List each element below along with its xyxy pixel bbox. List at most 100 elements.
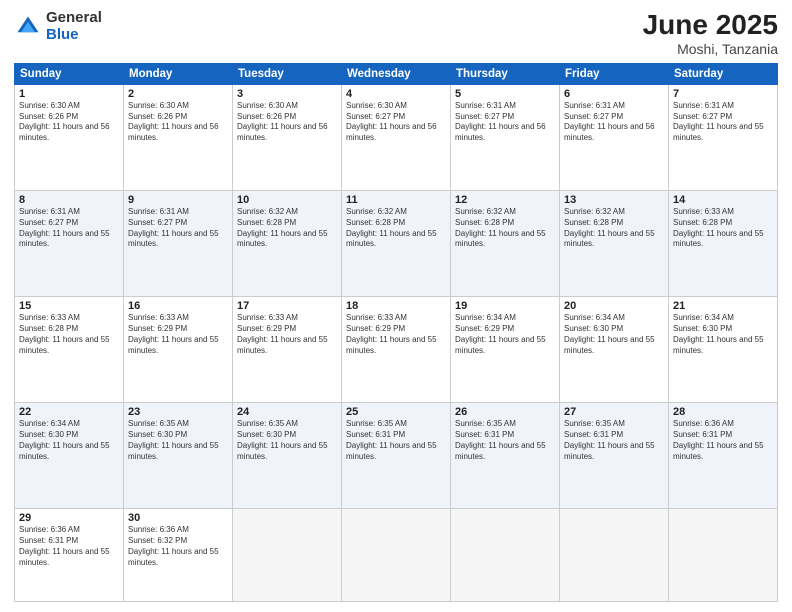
day-info: Sunrise: 6:30 AMSunset: 6:26 PMDaylight:… — [128, 101, 228, 144]
day-info: Sunrise: 6:32 AMSunset: 6:28 PMDaylight:… — [346, 207, 446, 250]
calendar-day-cell — [669, 509, 778, 602]
day-number: 6 — [564, 88, 664, 100]
calendar-day-cell: 19Sunrise: 6:34 AMSunset: 6:29 PMDayligh… — [451, 297, 560, 403]
logo-icon — [14, 13, 42, 41]
day-info: Sunrise: 6:31 AMSunset: 6:27 PMDaylight:… — [673, 101, 773, 144]
day-info: Sunrise: 6:36 AMSunset: 6:31 PMDaylight:… — [673, 419, 773, 462]
calendar-day-cell: 26Sunrise: 6:35 AMSunset: 6:31 PMDayligh… — [451, 403, 560, 509]
day-number: 3 — [237, 88, 337, 100]
day-number: 15 — [19, 300, 119, 312]
calendar-col-header: Friday — [560, 63, 669, 84]
page-header: General Blue June 2025 Moshi, Tanzania — [14, 10, 778, 57]
calendar-col-header: Tuesday — [233, 63, 342, 84]
calendar-day-cell: 25Sunrise: 6:35 AMSunset: 6:31 PMDayligh… — [342, 403, 451, 509]
day-number: 1 — [19, 88, 119, 100]
day-number: 30 — [128, 512, 228, 524]
day-info: Sunrise: 6:34 AMSunset: 6:29 PMDaylight:… — [455, 313, 555, 356]
day-number: 29 — [19, 512, 119, 524]
calendar-day-cell: 24Sunrise: 6:35 AMSunset: 6:30 PMDayligh… — [233, 403, 342, 509]
day-number: 14 — [673, 194, 773, 206]
calendar-day-cell: 10Sunrise: 6:32 AMSunset: 6:28 PMDayligh… — [233, 190, 342, 296]
calendar-day-cell: 3Sunrise: 6:30 AMSunset: 6:26 PMDaylight… — [233, 84, 342, 190]
logo: General Blue — [14, 10, 102, 43]
day-info: Sunrise: 6:35 AMSunset: 6:31 PMDaylight:… — [346, 419, 446, 462]
day-number: 7 — [673, 88, 773, 100]
title-block: June 2025 Moshi, Tanzania — [643, 10, 778, 57]
month-title: June 2025 — [643, 10, 778, 41]
calendar-day-cell: 12Sunrise: 6:32 AMSunset: 6:28 PMDayligh… — [451, 190, 560, 296]
calendar-day-cell: 5Sunrise: 6:31 AMSunset: 6:27 PMDaylight… — [451, 84, 560, 190]
calendar-week-row: 15Sunrise: 6:33 AMSunset: 6:28 PMDayligh… — [15, 297, 778, 403]
calendar-day-cell — [342, 509, 451, 602]
day-number: 4 — [346, 88, 446, 100]
calendar-day-cell: 23Sunrise: 6:35 AMSunset: 6:30 PMDayligh… — [124, 403, 233, 509]
day-number: 11 — [346, 194, 446, 206]
calendar-day-cell: 6Sunrise: 6:31 AMSunset: 6:27 PMDaylight… — [560, 84, 669, 190]
calendar-col-header: Sunday — [15, 63, 124, 84]
day-info: Sunrise: 6:36 AMSunset: 6:32 PMDaylight:… — [128, 525, 228, 568]
calendar-day-cell: 14Sunrise: 6:33 AMSunset: 6:28 PMDayligh… — [669, 190, 778, 296]
calendar-day-cell: 21Sunrise: 6:34 AMSunset: 6:30 PMDayligh… — [669, 297, 778, 403]
calendar-day-cell: 20Sunrise: 6:34 AMSunset: 6:30 PMDayligh… — [560, 297, 669, 403]
day-number: 27 — [564, 406, 664, 418]
day-number: 28 — [673, 406, 773, 418]
calendar-day-cell: 29Sunrise: 6:36 AMSunset: 6:31 PMDayligh… — [15, 509, 124, 602]
calendar-day-cell: 2Sunrise: 6:30 AMSunset: 6:26 PMDaylight… — [124, 84, 233, 190]
day-info: Sunrise: 6:33 AMSunset: 6:29 PMDaylight:… — [346, 313, 446, 356]
calendar-day-cell: 13Sunrise: 6:32 AMSunset: 6:28 PMDayligh… — [560, 190, 669, 296]
day-number: 12 — [455, 194, 555, 206]
day-number: 25 — [346, 406, 446, 418]
day-info: Sunrise: 6:32 AMSunset: 6:28 PMDaylight:… — [455, 207, 555, 250]
calendar-week-row: 8Sunrise: 6:31 AMSunset: 6:27 PMDaylight… — [15, 190, 778, 296]
calendar-day-cell: 7Sunrise: 6:31 AMSunset: 6:27 PMDaylight… — [669, 84, 778, 190]
day-number: 19 — [455, 300, 555, 312]
day-info: Sunrise: 6:34 AMSunset: 6:30 PMDaylight:… — [19, 419, 119, 462]
day-info: Sunrise: 6:30 AMSunset: 6:26 PMDaylight:… — [19, 101, 119, 144]
day-number: 26 — [455, 406, 555, 418]
calendar-day-cell: 27Sunrise: 6:35 AMSunset: 6:31 PMDayligh… — [560, 403, 669, 509]
day-info: Sunrise: 6:34 AMSunset: 6:30 PMDaylight:… — [564, 313, 664, 356]
day-info: Sunrise: 6:32 AMSunset: 6:28 PMDaylight:… — [564, 207, 664, 250]
calendar-day-cell — [451, 509, 560, 602]
calendar-col-header: Saturday — [669, 63, 778, 84]
day-info: Sunrise: 6:31 AMSunset: 6:27 PMDaylight:… — [128, 207, 228, 250]
day-info: Sunrise: 6:34 AMSunset: 6:30 PMDaylight:… — [673, 313, 773, 356]
calendar-col-header: Wednesday — [342, 63, 451, 84]
day-number: 13 — [564, 194, 664, 206]
calendar-week-row: 1Sunrise: 6:30 AMSunset: 6:26 PMDaylight… — [15, 84, 778, 190]
logo-general-text: General — [46, 10, 102, 27]
day-number: 20 — [564, 300, 664, 312]
day-info: Sunrise: 6:36 AMSunset: 6:31 PMDaylight:… — [19, 525, 119, 568]
day-info: Sunrise: 6:30 AMSunset: 6:27 PMDaylight:… — [346, 101, 446, 144]
calendar-day-cell: 16Sunrise: 6:33 AMSunset: 6:29 PMDayligh… — [124, 297, 233, 403]
day-number: 17 — [237, 300, 337, 312]
day-info: Sunrise: 6:33 AMSunset: 6:29 PMDaylight:… — [237, 313, 337, 356]
calendar-table: SundayMondayTuesdayWednesdayThursdayFrid… — [14, 63, 778, 602]
day-number: 9 — [128, 194, 228, 206]
day-info: Sunrise: 6:35 AMSunset: 6:31 PMDaylight:… — [455, 419, 555, 462]
day-number: 8 — [19, 194, 119, 206]
day-info: Sunrise: 6:33 AMSunset: 6:28 PMDaylight:… — [673, 207, 773, 250]
day-info: Sunrise: 6:31 AMSunset: 6:27 PMDaylight:… — [19, 207, 119, 250]
day-info: Sunrise: 6:31 AMSunset: 6:27 PMDaylight:… — [455, 101, 555, 144]
calendar-day-cell: 18Sunrise: 6:33 AMSunset: 6:29 PMDayligh… — [342, 297, 451, 403]
day-number: 5 — [455, 88, 555, 100]
logo-blue-text: Blue — [46, 27, 102, 44]
day-info: Sunrise: 6:31 AMSunset: 6:27 PMDaylight:… — [564, 101, 664, 144]
calendar-week-row: 29Sunrise: 6:36 AMSunset: 6:31 PMDayligh… — [15, 509, 778, 602]
day-number: 18 — [346, 300, 446, 312]
day-number: 2 — [128, 88, 228, 100]
calendar-day-cell: 1Sunrise: 6:30 AMSunset: 6:26 PMDaylight… — [15, 84, 124, 190]
day-info: Sunrise: 6:35 AMSunset: 6:30 PMDaylight:… — [237, 419, 337, 462]
calendar-day-cell: 30Sunrise: 6:36 AMSunset: 6:32 PMDayligh… — [124, 509, 233, 602]
calendar-day-cell — [560, 509, 669, 602]
day-info: Sunrise: 6:33 AMSunset: 6:28 PMDaylight:… — [19, 313, 119, 356]
day-info: Sunrise: 6:33 AMSunset: 6:29 PMDaylight:… — [128, 313, 228, 356]
calendar-day-cell — [233, 509, 342, 602]
day-number: 21 — [673, 300, 773, 312]
day-info: Sunrise: 6:32 AMSunset: 6:28 PMDaylight:… — [237, 207, 337, 250]
day-number: 23 — [128, 406, 228, 418]
calendar-day-cell: 8Sunrise: 6:31 AMSunset: 6:27 PMDaylight… — [15, 190, 124, 296]
day-number: 22 — [19, 406, 119, 418]
calendar-header-row: SundayMondayTuesdayWednesdayThursdayFrid… — [15, 63, 778, 84]
